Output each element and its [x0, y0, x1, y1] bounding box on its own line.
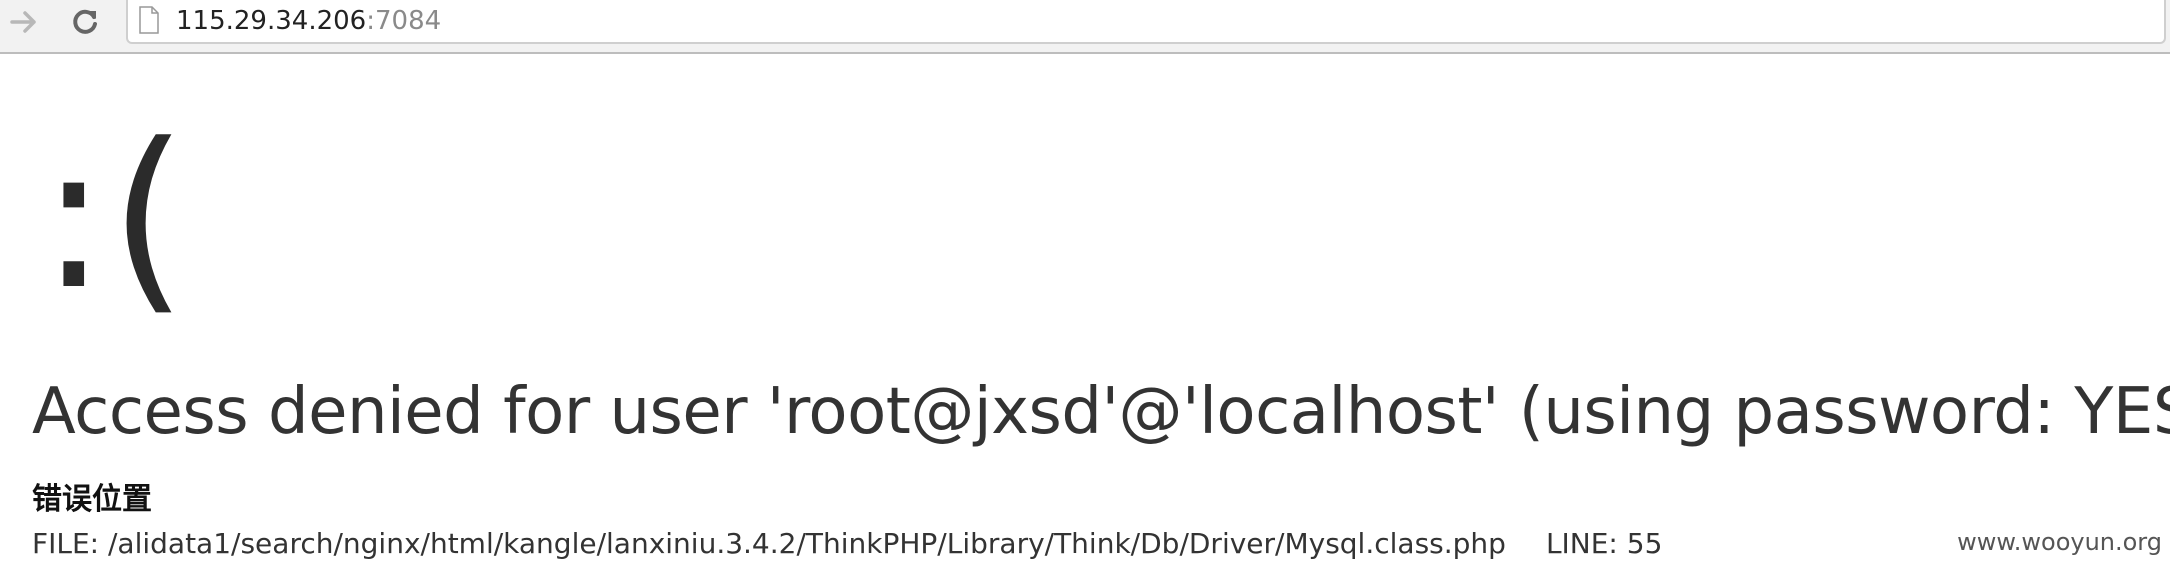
line-label: LINE:: [1545, 527, 1627, 560]
url-host: 115.29.34.206: [176, 6, 367, 36]
reload-icon: [73, 9, 97, 34]
address-bar[interactable]: 115.29.34.206:7084: [126, 0, 2166, 44]
url-port: :7084: [366, 6, 442, 36]
file-info: FILE: /alidata1/search/nginx/html/kangle…: [32, 526, 1662, 562]
page-icon: [139, 6, 159, 34]
line-number: 55: [1626, 527, 1663, 560]
error-page: :( Access denied for user 'root@jxsd'@'l…: [0, 54, 2170, 568]
sad-face: :(: [40, 101, 190, 334]
error-position-title: 错误位置: [32, 482, 152, 517]
reload-button[interactable]: [64, 0, 106, 44]
browser-toolbar: 115.29.34.206:7084: [0, 0, 2170, 54]
file-label: FILE:: [32, 527, 108, 560]
forward-arrow-icon: [10, 11, 36, 33]
error-message: Access denied for user 'root@jxsd'@'loca…: [32, 375, 2170, 449]
watermark: www.wooyun.org: [1957, 528, 2162, 556]
forward-button[interactable]: [4, 0, 46, 44]
file-path: /alidata1/search/nginx/html/kangle/lanxi…: [108, 527, 1506, 560]
url-text[interactable]: 115.29.34.206:7084: [176, 5, 441, 37]
